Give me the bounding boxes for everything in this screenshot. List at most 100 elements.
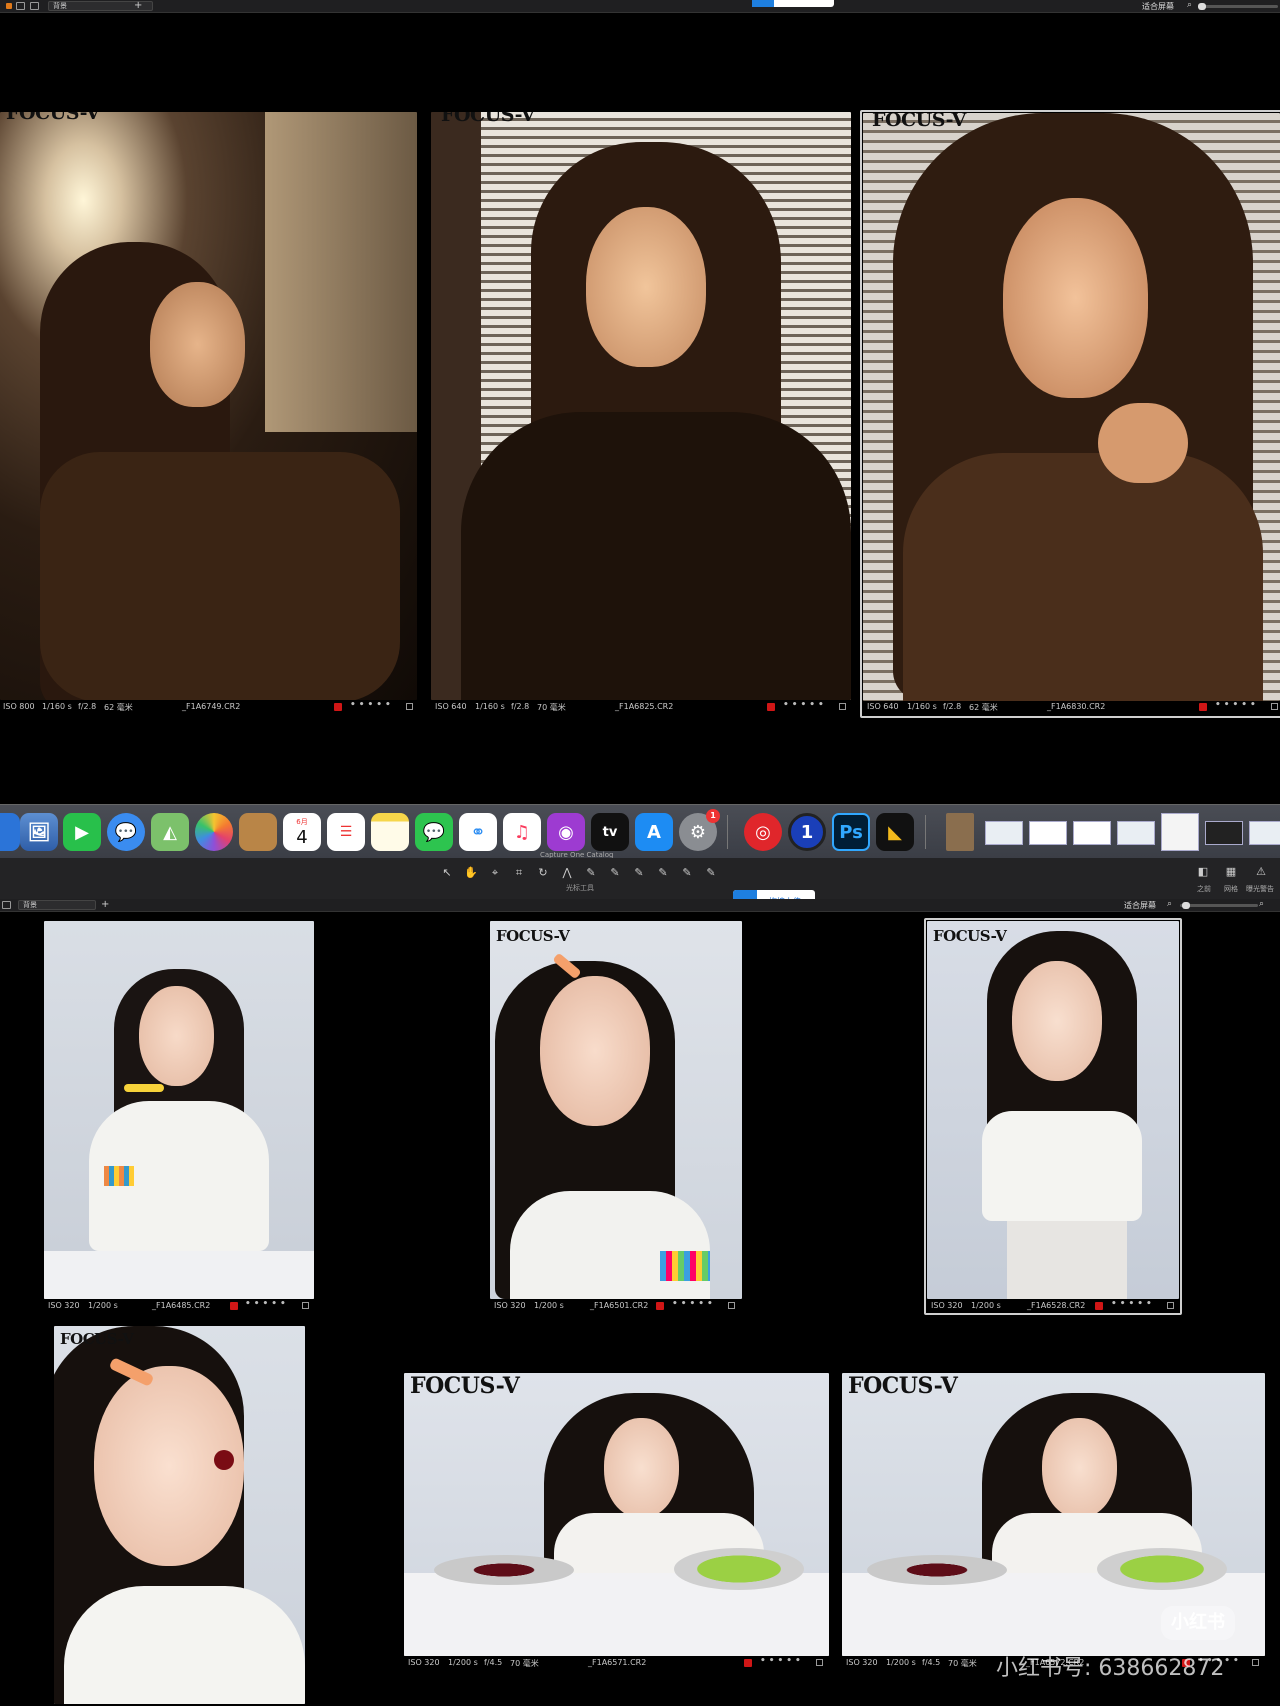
- warning-icon[interactable]: ⚠: [1254, 866, 1268, 878]
- calendar-icon[interactable]: 6月 4: [283, 813, 321, 851]
- maps-icon[interactable]: ◭: [151, 813, 189, 851]
- aperture: f/4.5: [484, 1658, 503, 1667]
- before-icon[interactable]: ◧: [1196, 866, 1210, 878]
- recent-file-thumb[interactable]: [1073, 821, 1111, 845]
- focal-length: 70 毫米: [537, 703, 566, 712]
- finder-icon[interactable]: [0, 813, 20, 851]
- grid-icon: [1252, 1659, 1259, 1666]
- app-icon: [6, 3, 12, 9]
- keystone-icon[interactable]: ⋀: [560, 867, 574, 879]
- final-cut-icon[interactable]: ◣: [876, 813, 914, 851]
- music-icon[interactable]: ♫: [503, 813, 541, 851]
- add-icon[interactable]: +: [134, 0, 142, 11]
- photoshop-icon[interactable]: Ps: [832, 813, 870, 851]
- file-name: _F1A6825.CR2: [615, 702, 674, 711]
- brush-icon[interactable]: ✎: [608, 867, 622, 879]
- recent-file-thumb[interactable]: [1161, 813, 1199, 851]
- loupe-icon[interactable]: ⌖: [488, 867, 502, 879]
- focus-v-logo: FOCUS-V: [410, 1373, 520, 1399]
- grid-icon: [839, 703, 846, 710]
- photo-4-meta: ISO 320 1/200 s _F1A6485.CR2 •••••: [44, 1299, 314, 1313]
- preview-icon[interactable]: 🖼: [20, 813, 58, 851]
- select-arrow-icon[interactable]: ↖: [440, 867, 454, 879]
- rating-dots-icon: •••••: [760, 1656, 804, 1666]
- fit-screen-label[interactable]: 适合屏幕: [1142, 1, 1174, 12]
- camera-icon[interactable]: [30, 2, 39, 10]
- photo-6-meta: ISO 320 1/200 s _F1A6528.CR2 •••••: [927, 1299, 1179, 1313]
- reminders-icon[interactable]: ☰: [327, 813, 365, 851]
- notes-icon[interactable]: [371, 813, 409, 851]
- aperture: f/4.5: [922, 1658, 941, 1667]
- 1password-icon[interactable]: 1: [788, 813, 826, 851]
- focus-v-logo: FOCUS-V: [933, 927, 1007, 945]
- photo-7[interactable]: FOCUS-V: [54, 1326, 305, 1704]
- calendar-month: 6月: [296, 817, 308, 826]
- wechat-icon[interactable]: 💬: [415, 813, 453, 851]
- top-upload-button[interactable]: [752, 0, 834, 7]
- settings-badge: 1: [706, 809, 720, 823]
- recent-photo-icon[interactable]: [946, 813, 974, 851]
- before-label: 之前: [1197, 885, 1211, 893]
- recent-file-thumb[interactable]: [1029, 821, 1067, 845]
- rotate-icon[interactable]: ↻: [536, 867, 550, 879]
- crop-icon[interactable]: ⌗: [512, 867, 526, 879]
- eraser-icon[interactable]: ✎: [632, 867, 646, 879]
- shutter: 1/160 s: [475, 702, 505, 711]
- photos-icon[interactable]: [195, 813, 233, 851]
- facetime-icon[interactable]: ▶: [63, 813, 101, 851]
- zoom-slider[interactable]: [1198, 3, 1278, 10]
- appletv-icon[interactable]: tv: [591, 813, 629, 851]
- background-dropdown[interactable]: 背景: [18, 900, 96, 910]
- messages-icon[interactable]: 💬: [107, 813, 145, 851]
- podcasts-icon[interactable]: ◉: [547, 813, 585, 851]
- search-icon[interactable]: ⌕: [1167, 899, 1172, 909]
- baidu-netdisk-icon[interactable]: ⚭: [459, 813, 497, 851]
- window-icon[interactable]: [2, 901, 11, 909]
- photo-1[interactable]: FOCUS-V: [0, 112, 417, 700]
- focal-length: 70 毫米: [948, 1659, 977, 1668]
- grid-icon: [728, 1302, 735, 1309]
- window-icon[interactable]: [16, 2, 25, 10]
- file-name: _F1A6528.CR2: [1027, 1301, 1086, 1310]
- photo-1-meta: ISO 800 1/160 s f/2.8 62 毫米 _F1A6749.CR2…: [0, 700, 417, 714]
- search-icon[interactable]: ⌕: [1187, 0, 1192, 10]
- shutter: 1/200 s: [88, 1301, 118, 1310]
- contacts-icon[interactable]: [239, 813, 277, 851]
- photo-5[interactable]: FOCUS-V: [490, 921, 742, 1299]
- aperture: f/2.8: [78, 702, 97, 711]
- photo-3-meta: ISO 640 1/160 s f/2.8 62 毫米 _F1A6830.CR2…: [863, 700, 1280, 714]
- photo-8-meta: ISO 320 1/200 s f/4.5 70 毫米 _F1A6571.CR2…: [404, 1656, 829, 1670]
- add-icon[interactable]: +: [101, 899, 109, 910]
- dock-divider: [727, 815, 728, 849]
- cursor-tools-label: 光标工具: [566, 884, 594, 892]
- grid-view-icon[interactable]: ▦: [1224, 866, 1238, 878]
- annotate-icon[interactable]: ✎: [704, 867, 718, 879]
- photo-6[interactable]: FOCUS-V: [927, 921, 1179, 1299]
- recent-file-thumb[interactable]: [985, 821, 1023, 845]
- recent-file-thumb[interactable]: [1205, 821, 1243, 845]
- grid-label: 网格: [1224, 885, 1238, 893]
- appstore-icon[interactable]: A: [635, 813, 673, 851]
- red-label-icon: [334, 703, 342, 711]
- hand-icon[interactable]: ✋: [464, 867, 478, 879]
- focus-v-logo: FOCUS-V: [496, 927, 570, 945]
- picker-icon[interactable]: ✎: [680, 867, 694, 879]
- zoom-slider[interactable]: [1180, 902, 1258, 909]
- rating-dots-icon: •••••: [783, 700, 827, 710]
- photo-2[interactable]: FOCUS-V: [431, 112, 851, 700]
- fit-screen-label[interactable]: 适合屏幕: [1124, 900, 1156, 911]
- file-name: _F1A6501.CR2: [590, 1301, 649, 1310]
- aperture: f/2.8: [943, 702, 962, 711]
- netease-music-icon[interactable]: ◎: [744, 813, 782, 851]
- photo-3[interactable]: FOCUS-V: [863, 113, 1280, 701]
- system-settings-icon[interactable]: ⚙ 1: [679, 809, 720, 851]
- photo-8[interactable]: FOCUS-V: [404, 1373, 829, 1656]
- gradient-icon[interactable]: ✎: [656, 867, 670, 879]
- recent-file-thumb[interactable]: [1117, 821, 1155, 845]
- red-label-icon: [1199, 703, 1207, 711]
- spot-icon[interactable]: ✎: [584, 867, 598, 879]
- photo-4[interactable]: [44, 921, 314, 1299]
- grid-icon: [1271, 703, 1278, 710]
- recent-file-thumb[interactable]: [1249, 821, 1280, 845]
- search-icon[interactable]: ⌕: [1259, 899, 1264, 909]
